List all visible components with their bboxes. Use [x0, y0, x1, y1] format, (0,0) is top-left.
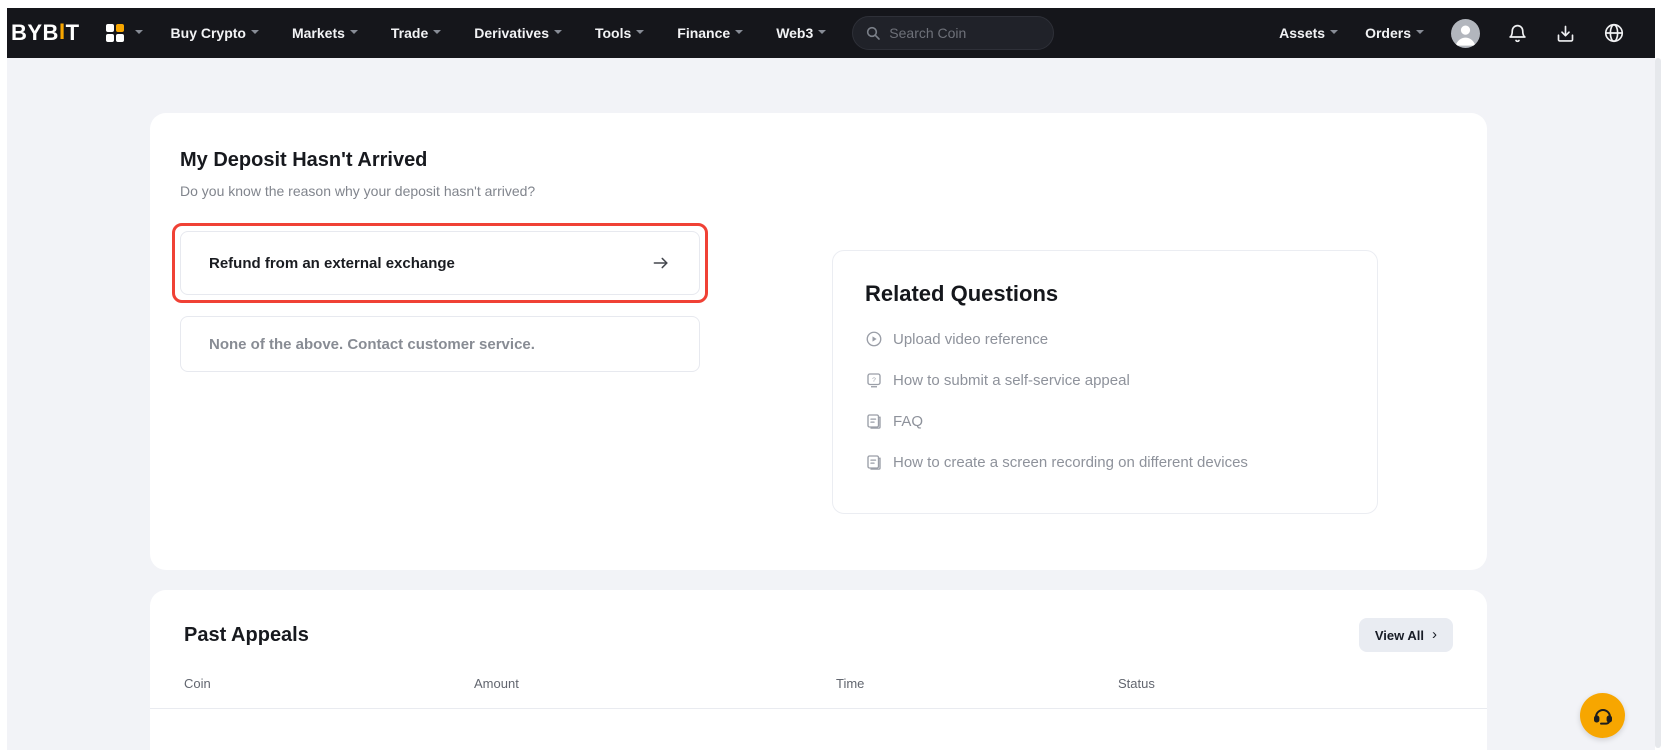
top-navbar: BYBIT Buy Crypto Markets Trade Derivativ…	[7, 8, 1655, 58]
deposit-not-arrived-card: My Deposit Hasn't Arrived Do you know th…	[150, 113, 1487, 570]
page-background: My Deposit Hasn't Arrived Do you know th…	[7, 58, 1655, 750]
bybit-logo[interactable]: BYBIT	[11, 20, 80, 46]
column-header-status: Status	[1118, 676, 1453, 691]
chevron-right-icon: ›	[1432, 626, 1437, 643]
chevron-down-icon	[554, 30, 562, 34]
logo-text-left: BYB	[11, 20, 59, 46]
related-questions-card: Related Questions Upload video reference…	[832, 250, 1378, 514]
user-avatar[interactable]	[1451, 19, 1480, 48]
nav-item-finance[interactable]: Finance	[677, 25, 743, 41]
nav-item-assets[interactable]: Assets	[1279, 25, 1338, 41]
grid-icon	[106, 24, 124, 42]
chevron-down-icon	[350, 30, 358, 34]
column-header-coin: Coin	[184, 676, 474, 691]
document-icon	[865, 412, 883, 430]
customer-support-button[interactable]	[1580, 693, 1625, 738]
bell-icon	[1507, 23, 1528, 44]
page-subtitle: Do you know the reason why your deposit …	[180, 183, 1457, 199]
arrow-right-icon	[651, 253, 671, 273]
reason-options: Refund from an external exchange None of…	[180, 231, 700, 372]
chevron-down-icon	[1330, 30, 1338, 34]
chevron-down-icon	[636, 30, 644, 34]
download-button[interactable]	[1555, 23, 1576, 44]
chevron-down-icon	[818, 30, 826, 34]
related-link-faq[interactable]: FAQ	[865, 412, 1345, 430]
person-icon	[1451, 19, 1480, 48]
search-icon	[865, 25, 881, 41]
page-scrollbar[interactable]	[1655, 58, 1661, 748]
question-bubble-icon: ?	[865, 371, 883, 389]
chevron-down-icon	[735, 30, 743, 34]
chevron-down-icon	[433, 30, 441, 34]
option-contact-customer-service[interactable]: None of the above. Contact customer serv…	[180, 316, 700, 372]
globe-icon	[1603, 22, 1625, 44]
chevron-down-icon	[1416, 30, 1424, 34]
logo-text-right: T	[66, 20, 80, 46]
notifications-button[interactable]	[1507, 23, 1528, 44]
past-appeals-header: Past Appeals View All ›	[150, 618, 1487, 652]
past-appeals-title: Past Appeals	[184, 624, 309, 647]
related-link-screen-recording[interactable]: How to create a screen recording on diff…	[865, 453, 1345, 471]
option-refund-external-exchange[interactable]: Refund from an external exchange	[180, 231, 700, 295]
nav-item-web3[interactable]: Web3	[776, 25, 826, 41]
search-input[interactable]	[889, 25, 1029, 41]
nav-item-buy-crypto[interactable]: Buy Crypto	[171, 25, 259, 41]
nav-links: Buy Crypto Markets Trade Derivatives Too…	[171, 25, 827, 41]
svg-text:?: ?	[872, 377, 876, 384]
past-appeals-card: Past Appeals View All › Coin Amount Time…	[150, 590, 1487, 750]
nav-item-derivatives[interactable]: Derivatives	[474, 25, 562, 41]
language-button[interactable]	[1603, 22, 1625, 44]
headset-icon	[1591, 704, 1615, 728]
document-icon	[865, 453, 883, 471]
page-title: My Deposit Hasn't Arrived	[180, 149, 1457, 172]
nav-item-trade[interactable]: Trade	[391, 25, 441, 41]
coin-search[interactable]	[852, 16, 1054, 50]
related-link-upload-video[interactable]: Upload video reference	[865, 330, 1345, 348]
column-header-amount: Amount	[474, 676, 836, 691]
column-header-time: Time	[836, 676, 1118, 691]
nav-item-orders[interactable]: Orders	[1365, 25, 1424, 41]
related-link-self-service-appeal[interactable]: ? How to submit a self-service appeal	[865, 371, 1345, 389]
navbar-right: Assets Orders	[1279, 19, 1625, 48]
nav-item-markets[interactable]: Markets	[292, 25, 358, 41]
chevron-down-icon	[251, 30, 259, 34]
apps-grid-menu[interactable]	[106, 24, 143, 42]
chevron-down-icon	[135, 30, 143, 34]
nav-item-tools[interactable]: Tools	[595, 25, 644, 41]
logo-text-mid: I	[59, 19, 66, 45]
download-icon	[1555, 23, 1576, 44]
play-circle-icon	[865, 330, 883, 348]
view-all-button[interactable]: View All ›	[1359, 618, 1453, 652]
appeals-table-header: Coin Amount Time Status	[150, 676, 1487, 709]
related-questions-title: Related Questions	[865, 281, 1345, 307]
